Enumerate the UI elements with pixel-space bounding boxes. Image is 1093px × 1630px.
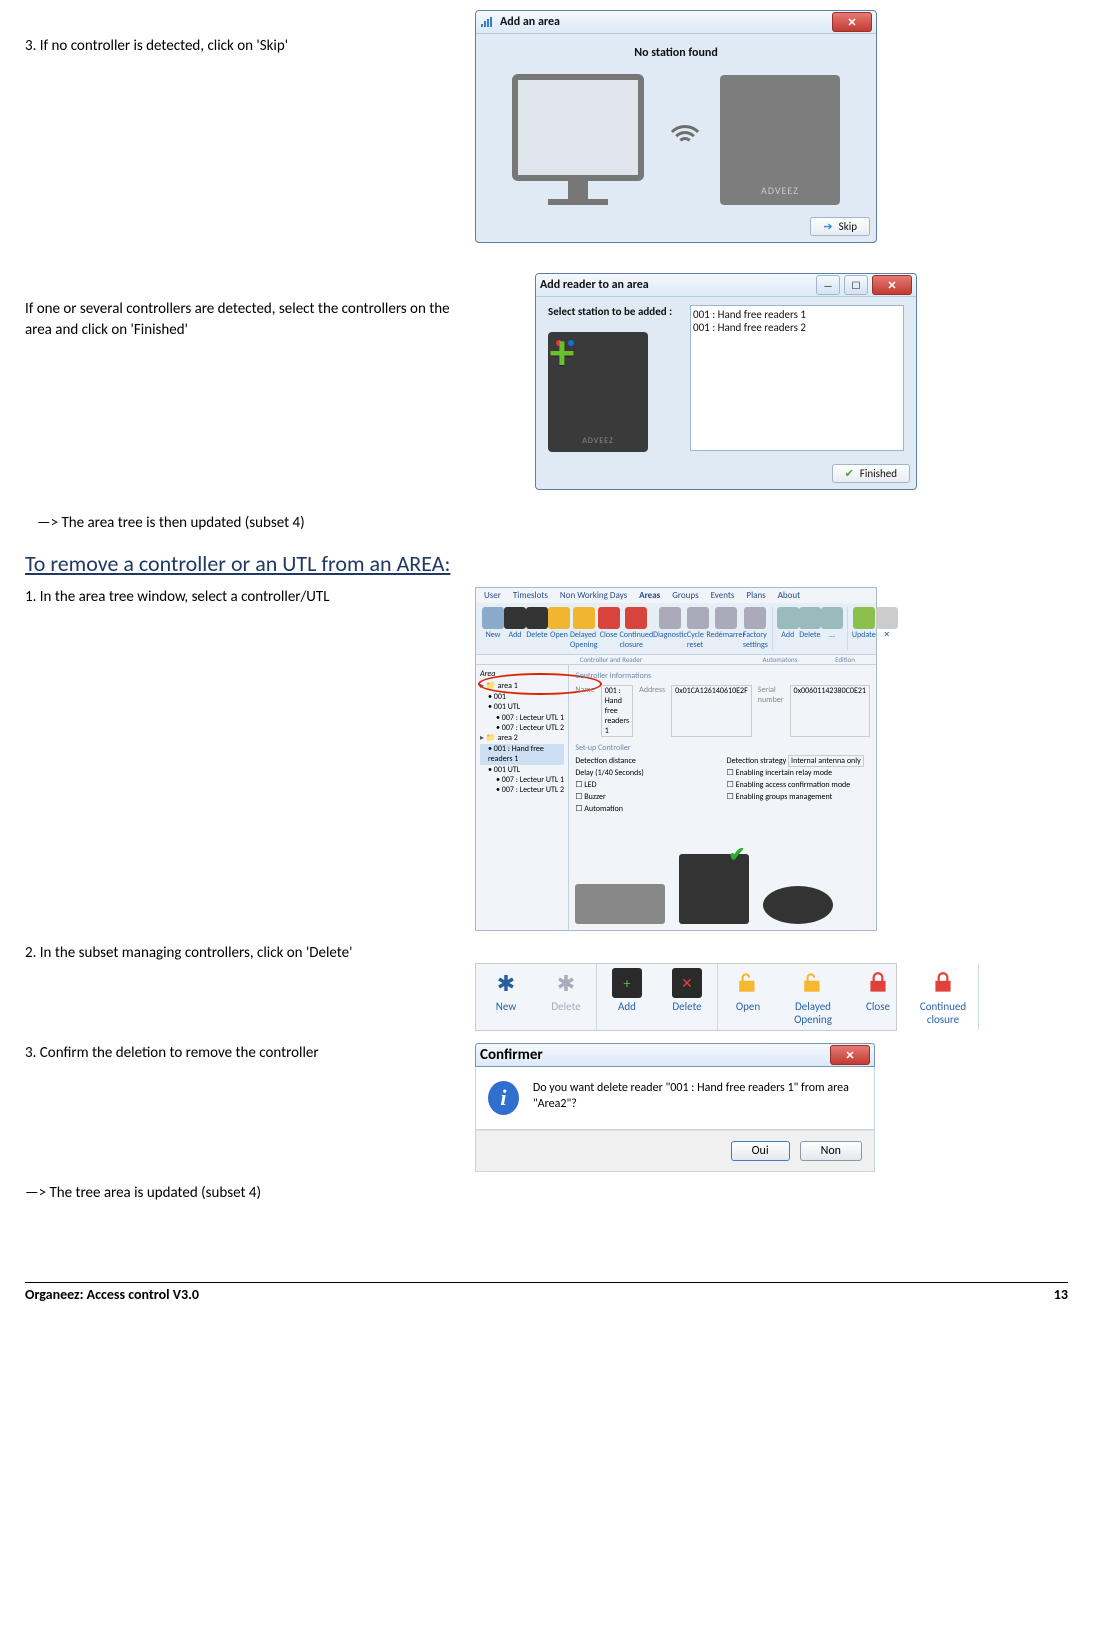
list-item[interactable]: 001 : Hand free readers 1 — [693, 308, 901, 321]
ribbon-automaton-add[interactable]: Add — [777, 607, 799, 650]
footer-page-number: 13 — [1054, 1286, 1068, 1303]
toolbar-fragment: ✱New ✱Delete +Add ✕Delete Open Delayed O… — [475, 963, 897, 1031]
lock-open-icon — [798, 968, 828, 998]
device-image-1 — [575, 884, 665, 924]
ribbon-diagnostic[interactable]: Diagnostic — [653, 607, 687, 650]
wifi-icon — [662, 125, 702, 155]
yes-button[interactable]: Oui — [731, 1141, 790, 1161]
no-station-msg: No station found — [488, 46, 864, 60]
area-tree-updated-note: —> The area tree is then updated (subset… — [37, 514, 1068, 532]
add-reader-dialog: Add reader to an area — ☐ ✕ Select stati… — [535, 273, 917, 490]
monitor-icon — [512, 74, 644, 205]
remove-step1-text: 1. In the area tree window, select a con… — [25, 588, 330, 606]
dialog-title: Confirmer — [480, 1046, 543, 1064]
step3-text: 3. If no controller is detected, click o… — [25, 37, 288, 55]
area-tree[interactable]: Area 📁 area 1 • 001 • 001 UTL • 007 : Le… — [476, 665, 569, 930]
ribbon-new[interactable]: New — [482, 607, 504, 650]
device-icon: ADVEEZ — [720, 75, 840, 205]
device-image-2: ✔ — [679, 854, 749, 924]
no-button[interactable]: Non — [800, 1141, 862, 1161]
plus-icon: + — [538, 322, 586, 370]
finished-button[interactable]: ✔ Finished — [832, 464, 910, 483]
lock-closed-icon — [928, 968, 958, 998]
lock-open-icon — [733, 968, 763, 998]
device-image-3 — [763, 886, 833, 924]
selected-tree-item[interactable]: • 001 : Hand free readers 1 — [480, 744, 564, 765]
controller-serial-value: 0x00601142380C0E21 — [790, 685, 870, 737]
ribbon-automaton-delete[interactable]: Delete — [799, 607, 821, 650]
ribbon-add[interactable]: Add — [504, 607, 526, 650]
ribbon-automaton-more[interactable]: … — [821, 607, 843, 650]
tree-area-updated-note: —> The tree area is updated (subset 4) — [25, 1184, 1068, 1202]
remove-controller-heading: To remove a controller or an UTL from an… — [25, 550, 1068, 577]
ribbon-restart[interactable]: Redémarrer — [709, 607, 743, 650]
controller-name-value: 001 : Hand free readers 1 — [601, 685, 633, 737]
ribbon-update[interactable]: Update — [852, 607, 876, 650]
controller-details-panel: Controller informations Name 001 : Hand … — [569, 665, 876, 930]
toolbar-new[interactable]: ✱New — [476, 964, 536, 1030]
ribbon-cycle-reset[interactable]: Cycle reset — [687, 607, 709, 650]
close-icon[interactable]: ✕ — [872, 275, 912, 295]
controller-address-value: 0x01CA126140610E2F — [671, 685, 752, 737]
reader-device-icon: ADVEEZ + — [548, 332, 678, 452]
skip-button[interactable]: ➔ Skip — [810, 217, 870, 236]
ribbon-factory[interactable]: Factory settings — [743, 607, 768, 650]
ribbon-delete[interactable]: Delete — [526, 607, 548, 650]
toolbar-delete-net: ✱Delete — [536, 964, 596, 1030]
select-station-prompt: Select station to be added : — [548, 305, 678, 318]
footer-title: Organeez: Access control V3.0 — [25, 1286, 199, 1303]
detected-text: If one or several controllers are detect… — [25, 300, 450, 339]
station-list[interactable]: 001 : Hand free readers 1 001 : Hand fre… — [690, 305, 904, 451]
minimize-icon[interactable]: — — [816, 275, 840, 295]
dialog-title: Add reader to an area — [540, 278, 649, 292]
ribbon-toolbar: New Add Delete Open Delayed Opening Clos… — [476, 603, 876, 655]
toolbar-open[interactable]: Open — [718, 964, 778, 1030]
add-area-dialog: Add an area ✕ No station found — [475, 10, 877, 243]
remove-step3-text: 3. Confirm the deletion to remove the co… — [25, 1044, 319, 1062]
close-icon[interactable]: ✕ — [832, 12, 872, 32]
confirm-message: Do you want delete reader "001 : Hand fr… — [533, 1081, 862, 1112]
ribbon-cancel[interactable]: ✕ — [876, 607, 898, 650]
toolbar-delete[interactable]: ✕Delete — [657, 964, 717, 1030]
toolbar-continued-closure[interactable]: Continued closure — [908, 964, 978, 1030]
app-window-screenshot: User Timeslots Non Working Days Areas Gr… — [475, 587, 877, 931]
close-icon[interactable]: ✕ — [830, 1045, 870, 1065]
ribbon-continued-closure[interactable]: Continued closure — [620, 607, 654, 650]
ribbon-delayed-opening[interactable]: Delayed Opening — [570, 607, 598, 650]
toolbar-add[interactable]: +Add — [597, 964, 657, 1030]
remove-step2-text: 2. In the subset managing controllers, c… — [25, 944, 352, 962]
toolbar-delayed-opening[interactable]: Delayed Opening — [778, 964, 848, 1030]
ribbon-open[interactable]: Open — [548, 607, 570, 650]
ribbon-close[interactable]: Close — [598, 607, 620, 650]
maximize-icon[interactable]: ☐ — [844, 275, 868, 295]
dialog-title: Add an area — [500, 15, 560, 29]
ribbon-tabs: User Timeslots Non Working Days Areas Gr… — [476, 588, 876, 603]
info-icon: i — [488, 1081, 519, 1115]
signal-icon — [480, 15, 494, 29]
list-item[interactable]: 001 : Hand free readers 2 — [693, 321, 901, 334]
confirm-dialog: Confirmer ✕ i Do you want delete reader … — [475, 1043, 875, 1172]
lock-closed-icon — [863, 968, 893, 998]
toolbar-close[interactable]: Close — [848, 964, 908, 1030]
checkmark-icon: ✔ — [729, 842, 746, 867]
